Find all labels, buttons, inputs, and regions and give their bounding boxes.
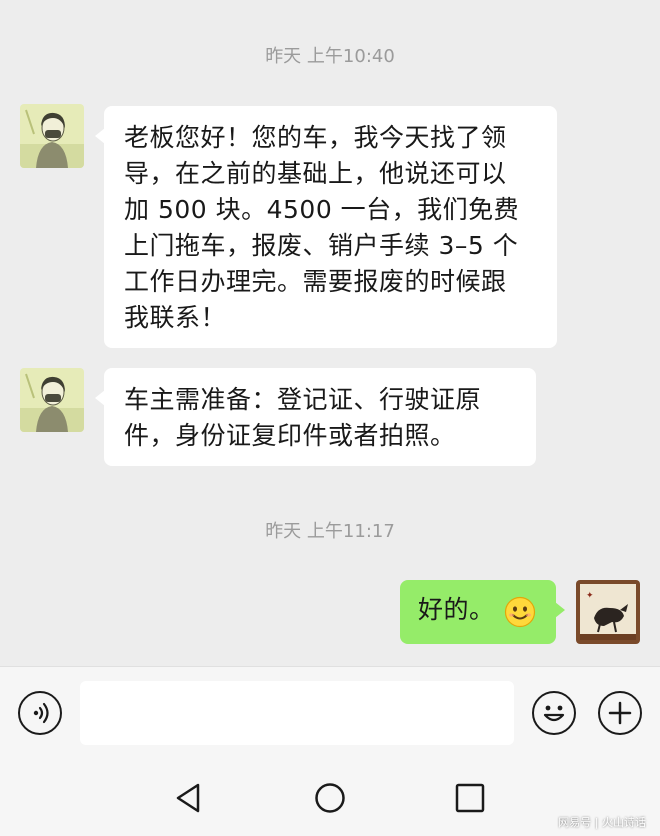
message-input[interactable]: [80, 681, 514, 745]
message-bubble-outgoing[interactable]: 好的。: [400, 580, 565, 644]
back-triangle-icon[interactable]: [172, 782, 204, 814]
my-avatar[interactable]: ✦: [576, 580, 640, 644]
home-circle-icon[interactable]: [314, 782, 346, 814]
watermark: 网易号 | 火山诗话: [558, 816, 646, 829]
message-bubble-incoming[interactable]: 车主需准备：登记证、行驶证原 件，身份证复印件或者拍照。: [95, 368, 536, 466]
contact-avatar[interactable]: [20, 104, 84, 168]
voice-icon[interactable]: [18, 691, 62, 735]
svg-text:✦: ✦: [586, 591, 594, 601]
message-bubble-incoming[interactable]: 老板您好！您的车，我今天找了领 导，在之前的基础上，他说还可以 加 500 块。…: [95, 106, 557, 348]
message-text: 车主需准备：登记证、行驶证原 件，身份证复印件或者拍照。: [124, 385, 482, 450]
chat-area[interactable]: 昨天 上午10:40 老板您好！您的车，我今天找了领 导，在之前的基础上，他说还…: [0, 0, 660, 666]
message-text: 老板您好！您的车，我今天找了领 导，在之前的基础上，他说还可以 加 500 块。…: [124, 123, 520, 332]
system-nav-bar: 网易号 | 火山诗话: [0, 758, 660, 836]
timestamp: 昨天 上午11:17: [265, 521, 395, 542]
timestamp: 昨天 上午10:40: [265, 46, 395, 67]
contact-avatar[interactable]: [20, 368, 84, 432]
emoji-icon[interactable]: [532, 691, 576, 735]
plus-icon[interactable]: [598, 691, 642, 735]
input-bar: [0, 666, 660, 759]
recents-square-icon[interactable]: [455, 783, 485, 813]
smile-emoji-icon: [504, 596, 536, 628]
message-text: 好的。: [418, 595, 495, 624]
